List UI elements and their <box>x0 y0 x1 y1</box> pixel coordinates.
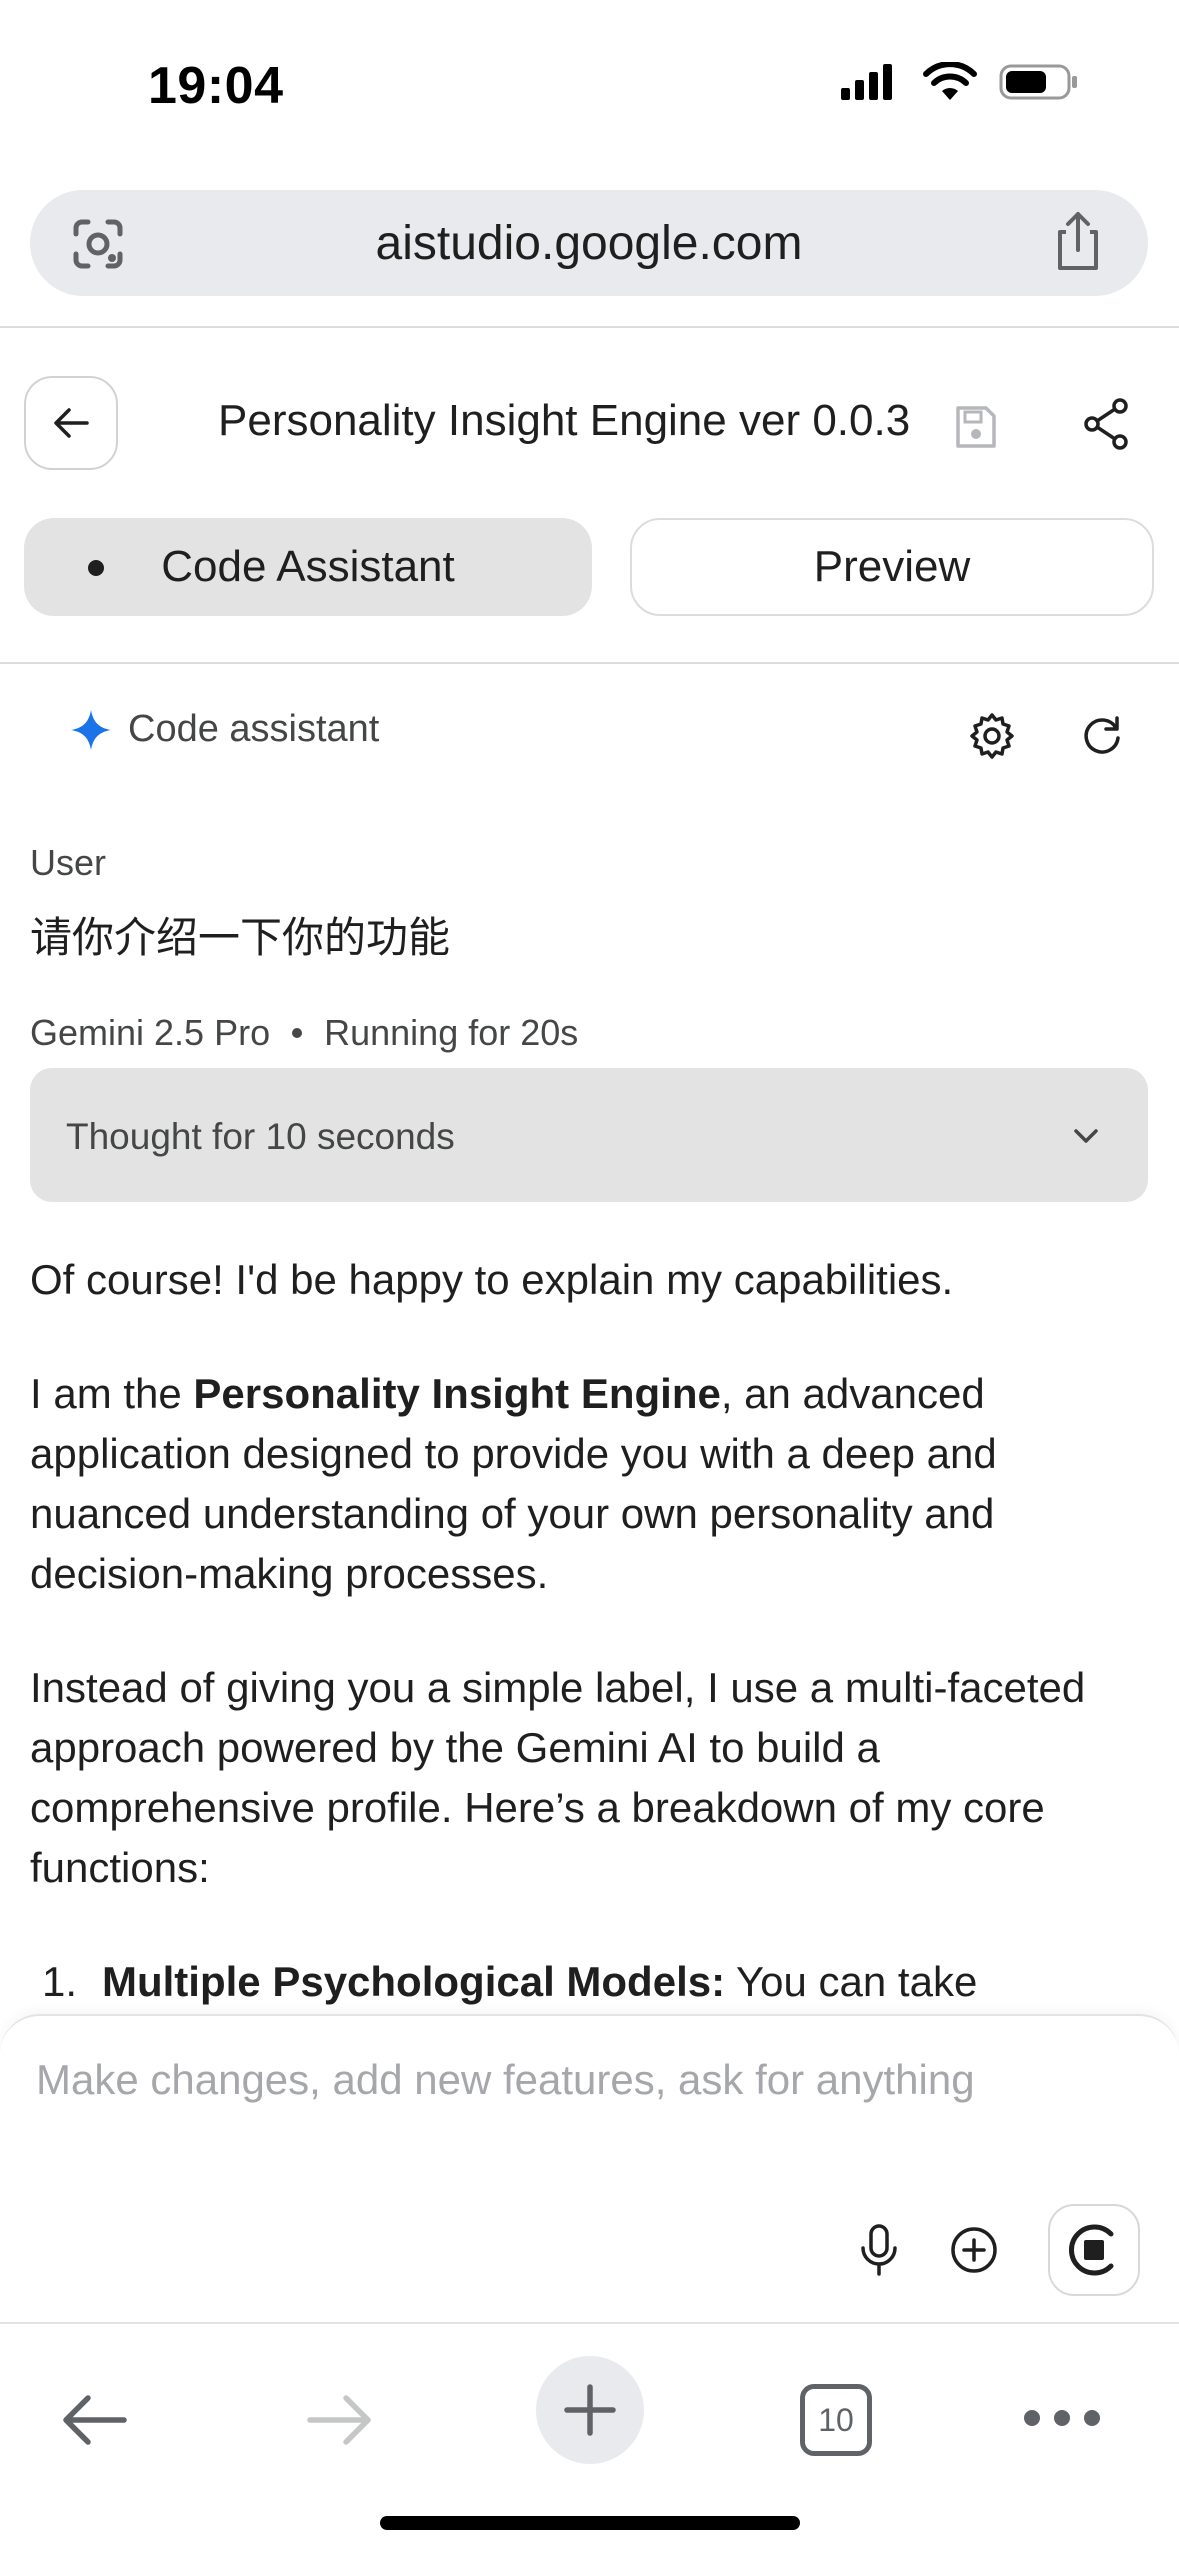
tab-label: Code Assistant <box>161 542 455 591</box>
model-name: Gemini 2.5 Pro <box>30 1012 271 1053</box>
back-button[interactable] <box>24 376 118 470</box>
response-paragraph: I am the Personality Insight Engine, an … <box>30 1364 1150 1604</box>
battery-icon <box>999 64 1077 100</box>
add-circle-icon[interactable] <box>946 2222 1002 2278</box>
tab-code-assistant[interactable]: Code Assistant <box>24 518 592 616</box>
separator-dot <box>292 1028 303 1038</box>
thought-accordion[interactable]: Thought for 10 seconds <box>30 1068 1148 1202</box>
bold-text: Personality Insight Engine <box>193 1370 721 1417</box>
more-icon[interactable] <box>1024 2410 1100 2426</box>
signal-icon <box>841 64 892 100</box>
list-item: 1. Multiple Psychological Models: You can… <box>30 1952 1150 2012</box>
plus-icon <box>564 2384 616 2436</box>
wifi-icon <box>923 62 977 100</box>
page-title: Personality Insight Engine ver 0.0.3 <box>218 396 911 445</box>
dot <box>1084 2410 1100 2426</box>
active-dot <box>88 560 104 576</box>
model-meta: Gemini 2.5 Pro Running for 20s <box>30 1012 578 1054</box>
share-nodes-icon[interactable] <box>1080 396 1132 452</box>
thought-label: Thought for 10 seconds <box>66 1116 455 1157</box>
browser-back-icon[interactable] <box>58 2388 130 2452</box>
composer-panel <box>0 2014 1179 2322</box>
mic-icon[interactable] <box>856 2222 902 2278</box>
response-paragraph: Instead of giving you a simple label, I … <box>30 1664 1086 1891</box>
share-icon[interactable] <box>1048 210 1108 274</box>
tab-preview[interactable]: Preview <box>630 518 1154 616</box>
text-span: You can take <box>725 1958 978 2005</box>
user-message: 请你介绍一下你的功能 <box>30 913 451 962</box>
back-arrow-icon <box>54 408 89 438</box>
list-number: 1. <box>42 1958 78 2005</box>
assistant-label: Code assistant <box>128 708 380 750</box>
new-tab-button[interactable] <box>536 2356 644 2464</box>
tab-label: Preview <box>813 542 971 591</box>
gear-icon[interactable] <box>966 710 1018 762</box>
response-paragraph: Of course! I'd be happy to explain my ca… <box>30 1256 954 1303</box>
sparkle-icon <box>71 709 111 750</box>
url-bar[interactable]: aistudio.google.com <box>30 190 1148 296</box>
divider <box>0 326 1179 328</box>
model-response: Of course! I'd be happy to explain my ca… <box>30 1250 1150 2012</box>
browser-forward-icon[interactable] <box>304 2388 376 2452</box>
stop-icon <box>1068 2224 1114 2276</box>
home-indicator <box>380 2516 800 2530</box>
chevron-down-icon <box>1074 1129 1098 1143</box>
save-icon[interactable] <box>950 402 1000 452</box>
stop-button[interactable] <box>1048 2204 1140 2296</box>
dot <box>1054 2410 1070 2426</box>
status-bar: 19:04 <box>0 0 1179 170</box>
status-time: 19:04 <box>148 57 284 115</box>
assistant-header: Code assistant <box>70 708 379 751</box>
tab-switcher-button[interactable]: 10 <box>800 2384 872 2456</box>
url-text[interactable]: aistudio.google.com <box>30 216 1148 271</box>
divider <box>0 662 1179 664</box>
status-icons <box>839 62 1079 102</box>
model-status: Running for 20s <box>324 1012 579 1053</box>
user-role-label: User <box>30 842 107 883</box>
refresh-icon[interactable] <box>1076 710 1128 762</box>
text-span: I am the <box>30 1370 194 1417</box>
dot <box>1024 2410 1040 2426</box>
prompt-input[interactable] <box>36 2056 1136 2104</box>
bold-text: Multiple Psychological Models: <box>102 1958 726 2005</box>
